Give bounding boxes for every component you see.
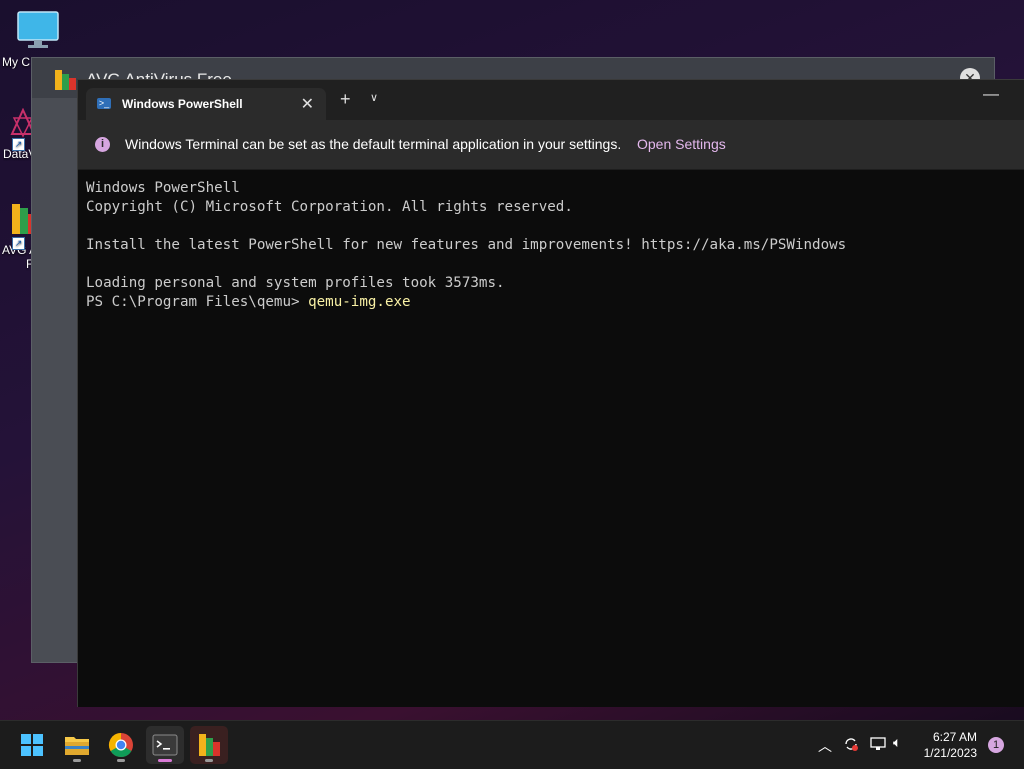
taskbar-file-explorer[interactable]: [58, 726, 96, 764]
active-indicator: [158, 759, 172, 762]
shortcut-arrow-icon: ↗: [12, 138, 25, 151]
new-tab-button[interactable]: +: [340, 89, 351, 110]
console-line: ​: [86, 255, 1017, 274]
info-bar: i Windows Terminal can be set as the def…: [78, 120, 1024, 170]
computer-icon: [17, 11, 59, 48]
chevron-up-icon[interactable]: ︿: [818, 736, 832, 756]
taskbar-chrome[interactable]: [102, 726, 140, 764]
minimize-button[interactable]: —: [983, 86, 999, 104]
close-icon[interactable]: ✕: [301, 94, 314, 114]
notification-badge[interactable]: 1: [988, 737, 1004, 753]
network-icon[interactable]: [869, 735, 887, 753]
info-icon: i: [95, 137, 110, 152]
shortcut-arrow-icon: ↗: [12, 237, 25, 250]
taskbar-avg[interactable]: [190, 726, 228, 764]
clock-time: 6:27 AM: [932, 730, 977, 744]
running-indicator: [117, 759, 125, 762]
command-text: qemu-img.exe: [308, 294, 411, 310]
console-line: ​: [86, 217, 1017, 236]
desktop-icon-avg[interactable]: ↗ AVG A F: [0, 202, 36, 271]
taskbar-terminal[interactable]: [146, 726, 184, 764]
desktop-icon-datav[interactable]: ↗ DataV: [0, 107, 36, 161]
running-indicator: [73, 759, 81, 762]
sync-icon[interactable]: [842, 735, 860, 753]
volume-icon[interactable]: 🔈︎: [893, 734, 901, 751]
start-button[interactable]: [13, 726, 51, 764]
console-output[interactable]: Windows PowerShell Copyright (C) Microsof…: [78, 170, 1024, 312]
running-indicator: [205, 759, 213, 762]
powershell-icon: >_: [97, 98, 111, 109]
prompt-line[interactable]: PS C:\Program Files\qemu> qemu-img.exe: [86, 293, 1017, 312]
open-settings-link[interactable]: Open Settings: [637, 136, 726, 152]
console-line: Install the latest PowerShell for new fe…: [86, 237, 847, 253]
start-icon: [21, 734, 43, 756]
tab-label: Windows PowerShell: [122, 97, 243, 111]
tab-bar: >_ Windows PowerShell ✕ + ∨ —: [78, 80, 1024, 120]
terminal-window[interactable]: >_ Windows PowerShell ✕ + ∨ — i Windows …: [77, 79, 1024, 707]
tab-powershell[interactable]: >_ Windows PowerShell ✕: [86, 88, 326, 120]
prompt: PS C:\Program Files\qemu>: [86, 294, 309, 310]
chevron-down-icon[interactable]: ∨: [370, 91, 378, 104]
avg-logo-icon: [55, 70, 76, 90]
clock-date: 1/21/2023: [923, 746, 977, 760]
clock[interactable]: 6:27 AM 1/21/2023: [924, 729, 977, 761]
console-line: Windows PowerShell: [86, 180, 240, 196]
console-line: Loading personal and system profiles too…: [86, 275, 505, 291]
info-message: Windows Terminal can be set as the defau…: [125, 136, 622, 152]
console-line: Copyright (C) Microsoft Corporation. All…: [86, 199, 573, 215]
taskbar: ︿ 🔈︎ 6:27 AM 1/21/2023 1: [0, 720, 1024, 769]
